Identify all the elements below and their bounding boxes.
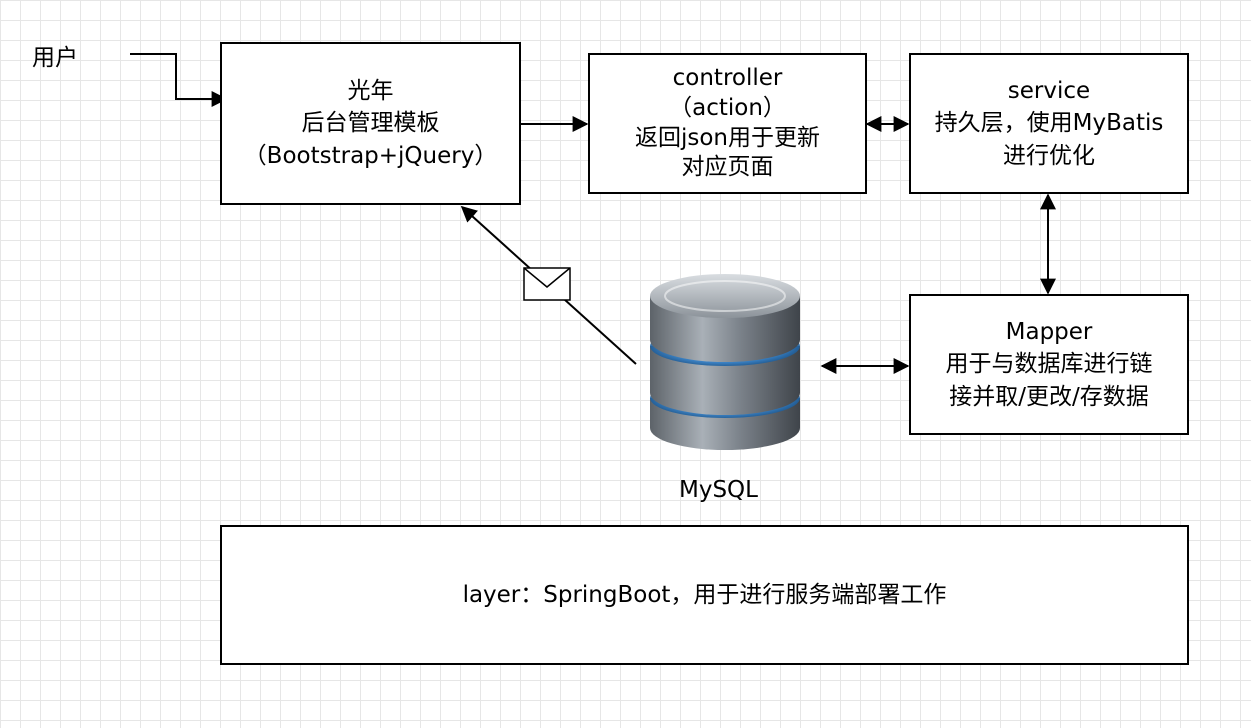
- layer-label: layer：SpringBoot，用于进行服务端部署工作: [462, 581, 947, 608]
- controller-line-4: 对应页面: [681, 154, 774, 181]
- service-line-3: 进行优化: [1003, 142, 1095, 169]
- envelope-icon: [523, 267, 571, 301]
- controller-line-3: 返回json用于更新: [634, 124, 821, 151]
- database-label: MySQL: [679, 477, 758, 503]
- layer-box: layer：SpringBoot，用于进行服务端部署工作: [220, 525, 1189, 665]
- service-line-2: 持久层，使用MyBatis: [934, 110, 1164, 137]
- controller-box: controller （action） 返回json用于更新 对应页面: [588, 53, 867, 194]
- edge-user-frontend: [130, 53, 228, 107]
- user-label: 用户: [32, 45, 78, 71]
- frontend-line-1: 光年: [347, 78, 394, 105]
- service-box: service 持久层，使用MyBatis 进行优化: [909, 53, 1189, 194]
- controller-line-2: （action）: [669, 94, 786, 121]
- mapper-box: Mapper 用于与数据库进行链 接并取/更改/存数据: [909, 294, 1189, 435]
- frontend-line-2: 后台管理模板: [301, 110, 440, 137]
- mapper-line-1: Mapper: [1005, 319, 1093, 346]
- frontend-box: 光年 后台管理模板 （Bootstrap+jQuery）: [220, 42, 521, 205]
- frontend-line-3: （Bootstrap+jQuery）: [243, 142, 498, 169]
- database-cylinder-icon: [650, 274, 800, 450]
- mapper-line-3: 接并取/更改/存数据: [949, 383, 1149, 410]
- mapper-line-2: 用于与数据库进行链: [945, 351, 1153, 378]
- controller-line-1: controller: [672, 64, 783, 91]
- service-line-1: service: [1007, 78, 1091, 105]
